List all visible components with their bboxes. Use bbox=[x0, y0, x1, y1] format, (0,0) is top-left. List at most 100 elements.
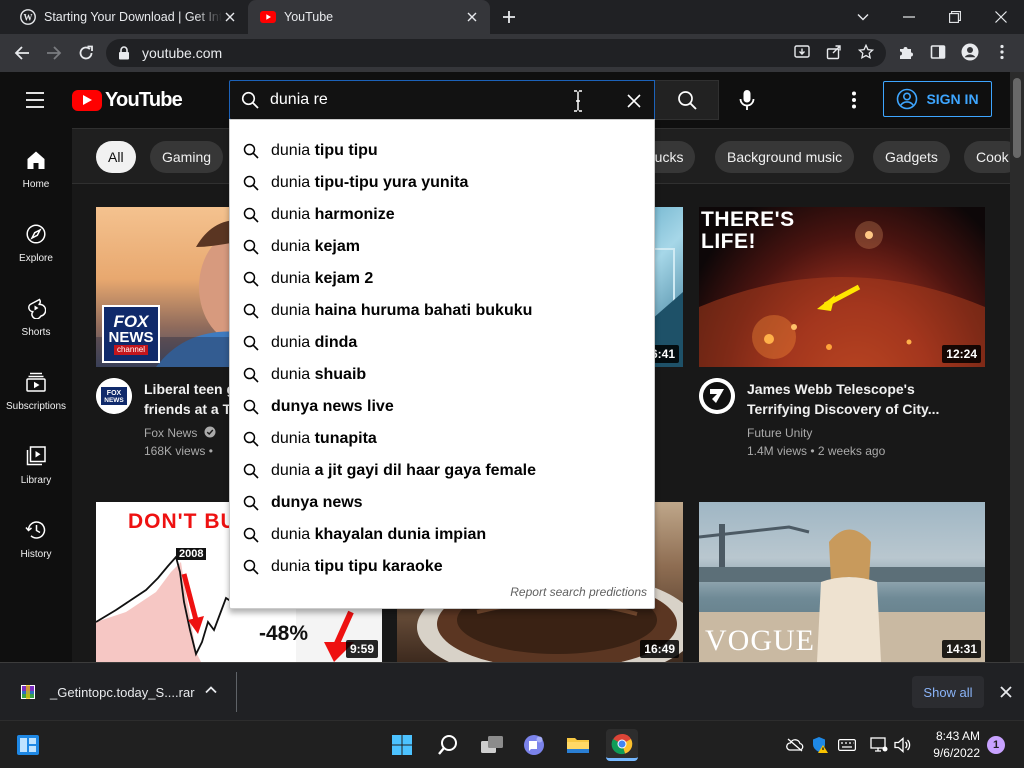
suggestion-completion-text: tunapita bbox=[314, 430, 377, 447]
network-display-icon[interactable] bbox=[869, 735, 889, 755]
tab-youtube[interactable]: YouTube bbox=[248, 0, 490, 34]
search-suggestion[interactable]: dunia tipu tipu karaoke bbox=[230, 551, 654, 583]
tab-getintopc[interactable]: W Starting Your Download | Get Into PC bbox=[8, 0, 248, 34]
sidebar-label: Subscriptions bbox=[5, 401, 67, 412]
search-suggestion[interactable]: dunia khayalan dunia impian bbox=[230, 519, 654, 551]
report-predictions-link[interactable]: Report search predictions bbox=[510, 585, 647, 599]
chip-gaming[interactable]: Gaming bbox=[150, 141, 224, 173]
file-explorer-icon[interactable] bbox=[562, 729, 594, 761]
taskbar-clock[interactable]: 8:43 AM 9/6/2022 bbox=[920, 728, 980, 762]
sidebar-item-home[interactable]: Home bbox=[0, 128, 72, 202]
sidebar-item-subscriptions[interactable]: Subscriptions bbox=[0, 350, 72, 424]
cloud-offline-icon[interactable] bbox=[785, 735, 805, 755]
show-all-downloads-button[interactable]: Show all bbox=[912, 676, 984, 708]
search-box[interactable] bbox=[229, 80, 655, 120]
sidebar-item-history[interactable]: History bbox=[0, 498, 72, 572]
suggestion-typed-text: dunia bbox=[271, 526, 315, 543]
tab-close-icon[interactable] bbox=[464, 9, 480, 25]
video-meta: Future Unity 1.4M views • 2 weeks ago bbox=[747, 424, 977, 460]
channel-avatar[interactable]: FOX NEWS bbox=[96, 378, 132, 414]
search-taskbar-icon[interactable] bbox=[432, 729, 464, 761]
channel-avatar[interactable] bbox=[699, 378, 735, 414]
rar-file-icon bbox=[20, 684, 36, 700]
search-suggestion[interactable]: dunia kejam bbox=[230, 231, 654, 263]
suggestion-typed-text: dunia bbox=[271, 270, 315, 287]
search-button[interactable] bbox=[655, 80, 719, 120]
extensions-puzzle-icon[interactable] bbox=[894, 40, 918, 64]
sign-in-button[interactable]: SIGN IN bbox=[883, 81, 992, 117]
search-suggestion[interactable]: dunya news bbox=[230, 487, 654, 519]
security-warning-icon[interactable] bbox=[810, 735, 830, 755]
video-thumbnail[interactable]: THERE'S LIFE! 12:24 bbox=[699, 207, 985, 367]
task-view-icon[interactable] bbox=[476, 729, 508, 761]
minimize-button[interactable] bbox=[886, 0, 932, 34]
forward-button[interactable] bbox=[40, 39, 68, 67]
install-app-icon[interactable] bbox=[790, 40, 814, 64]
search-suggestion[interactable]: dunia tunapita bbox=[230, 423, 654, 455]
suggestion-typed-text: dunia bbox=[271, 430, 315, 447]
chip-gadgets[interactable]: Gadgets bbox=[873, 141, 950, 173]
thumbnail-percent: -48% bbox=[259, 622, 309, 645]
new-tab-button[interactable] bbox=[498, 7, 520, 27]
channel-name[interactable]: Future Unity bbox=[747, 424, 977, 442]
clear-search-icon[interactable] bbox=[624, 91, 644, 111]
restore-button[interactable] bbox=[932, 0, 978, 34]
search-suggestion[interactable]: dunia shuaib bbox=[230, 359, 654, 391]
suggestion-completion-text: dinda bbox=[314, 334, 358, 351]
chip-background-music[interactable]: Background music bbox=[715, 141, 855, 173]
teams-chat-icon[interactable] bbox=[518, 729, 550, 761]
chrome-menu-icon[interactable] bbox=[990, 40, 1014, 64]
search-icon bbox=[243, 463, 259, 479]
back-button[interactable] bbox=[8, 39, 36, 67]
thumbnail-year: 2008 bbox=[176, 548, 207, 560]
sidebar-item-library[interactable]: Library bbox=[0, 424, 72, 498]
suggestion-typed-text: dunia bbox=[271, 174, 315, 191]
tab-search-chevron-icon[interactable] bbox=[840, 0, 886, 34]
youtube-icon bbox=[260, 9, 276, 25]
search-suggestion[interactable]: dunia dinda bbox=[230, 327, 654, 359]
channel-name[interactable]: Fox News bbox=[144, 424, 234, 442]
voice-search-button[interactable] bbox=[727, 80, 767, 120]
notification-badge[interactable]: 1 bbox=[987, 736, 1005, 754]
video-thumbnail[interactable]: VOGUE 14:31 bbox=[699, 502, 985, 662]
settings-dots-icon[interactable] bbox=[842, 88, 866, 112]
search-suggestion[interactable]: dunia harmonize bbox=[230, 199, 654, 231]
svg-text:W: W bbox=[24, 13, 33, 23]
close-window-button[interactable] bbox=[978, 0, 1024, 34]
search-suggestion[interactable]: dunia tipu tipu bbox=[230, 135, 654, 167]
video-title[interactable]: James Webb Telescope's Terrifying Discov… bbox=[747, 379, 977, 419]
sidebar-item-shorts[interactable]: Shorts bbox=[0, 276, 72, 350]
start-windows-icon[interactable] bbox=[386, 729, 418, 761]
compass-icon bbox=[24, 222, 48, 246]
download-options-chevron-icon[interactable] bbox=[204, 683, 220, 699]
search-suggestion[interactable]: dunia kejam 2 bbox=[230, 263, 654, 295]
volume-speaker-icon[interactable] bbox=[893, 735, 913, 755]
side-panel-icon[interactable] bbox=[926, 40, 950, 64]
bookmark-star-icon[interactable] bbox=[854, 40, 878, 64]
chip-all[interactable]: All bbox=[96, 141, 136, 173]
search-icon bbox=[243, 399, 259, 415]
page-scrollbar[interactable] bbox=[1010, 72, 1024, 662]
tab-close-icon[interactable] bbox=[222, 9, 238, 25]
search-input[interactable] bbox=[270, 91, 590, 109]
chrome-taskbar-icon[interactable] bbox=[606, 729, 638, 761]
reload-button[interactable] bbox=[72, 39, 100, 67]
hamburger-menu-icon[interactable] bbox=[24, 90, 48, 110]
search-icon bbox=[243, 367, 259, 383]
video-title[interactable]: Liberal teen g friends at a Tr bbox=[144, 379, 234, 419]
keyboard-icon[interactable] bbox=[837, 735, 857, 755]
profile-avatar-icon[interactable] bbox=[958, 40, 982, 64]
download-item[interactable]: _Getintopc.today_S....rar bbox=[20, 681, 195, 703]
share-icon[interactable] bbox=[822, 40, 846, 64]
search-suggestion[interactable]: dunia tipu-tipu yura yunita bbox=[230, 167, 654, 199]
search-suggestion[interactable]: dunia a jit gayi dil haar gaya female bbox=[230, 455, 654, 487]
widgets-icon[interactable] bbox=[12, 729, 44, 761]
address-bar[interactable]: youtube.com bbox=[106, 39, 886, 67]
close-shelf-icon[interactable] bbox=[996, 682, 1016, 702]
search-suggestion[interactable]: dunya news live bbox=[230, 391, 654, 423]
scrollbar-thumb[interactable] bbox=[1013, 78, 1021, 158]
search-suggestion[interactable]: dunia haina huruma bahati bukuku bbox=[230, 295, 654, 327]
sidebar-label: History bbox=[20, 549, 52, 560]
youtube-logo[interactable]: YouTube bbox=[72, 88, 183, 112]
sidebar-item-explore[interactable]: Explore bbox=[0, 202, 72, 276]
